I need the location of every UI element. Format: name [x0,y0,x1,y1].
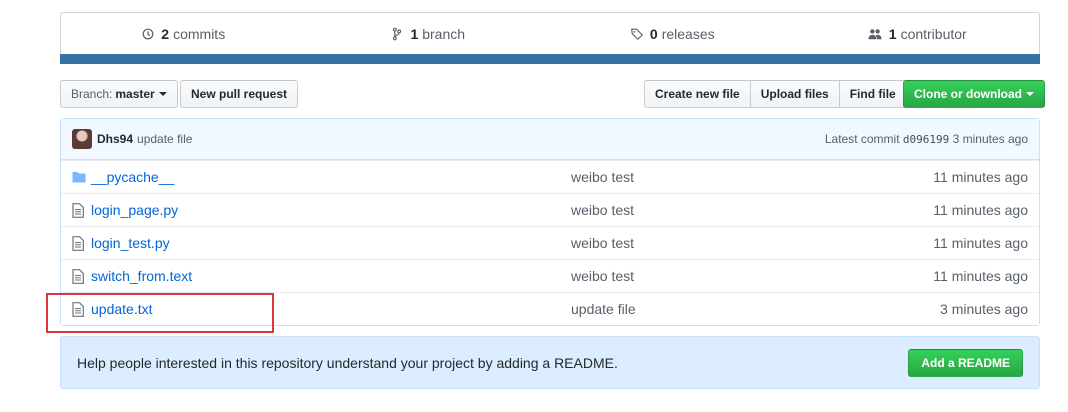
upload-files-button[interactable]: Upload files [749,80,840,108]
people-icon [868,29,882,40]
create-new-file-button[interactable]: Create new file [644,80,751,108]
tag-icon [631,28,643,41]
file-age: 11 minutes ago [933,268,1028,284]
releases-label: releases [661,26,715,42]
file-icon [72,202,88,218]
file-icon [72,301,88,317]
branch-prefix: Branch: [71,87,113,101]
chevron-down-icon [1026,92,1034,96]
branch-count: 1 [410,26,419,42]
file-list: Dhs94 update file Latest commit d096199 … [60,118,1040,326]
commits-label: commits [173,26,226,42]
file-icon [72,268,88,284]
folder-icon [72,170,88,184]
language-bar [60,54,1040,64]
commit-message[interactable]: update file [137,132,192,146]
releases-count: 0 [649,26,658,42]
avatar[interactable] [72,129,92,149]
file-age: 11 minutes ago [933,169,1028,185]
clone-label: Clone or download [914,87,1022,101]
file-row[interactable]: __pycache__ weibo test 11 minutes ago [61,160,1039,193]
commits-count: 2 [161,26,170,42]
file-name-link[interactable]: login_page.py [91,202,571,218]
latest-commit-label: Latest commit [824,132,900,146]
file-age: 3 minutes ago [940,301,1028,317]
commit-age: 3 minutes ago [952,132,1028,146]
history-icon [142,28,154,40]
new-pull-request-button[interactable]: New pull request [180,80,299,108]
file-row[interactable]: update.txt update file 3 minutes ago [61,292,1039,325]
latest-commit-bar: Dhs94 update file Latest commit d096199 … [61,119,1039,160]
file-name-link[interactable]: __pycache__ [91,169,571,185]
clone-download-button[interactable]: Clone or download [903,80,1045,108]
releases-link[interactable]: 0 releases [550,26,795,42]
readme-prompt: Help people interested in this repositor… [60,336,1040,389]
file-age: 11 minutes ago [933,202,1028,218]
commits-link[interactable]: 2 commits [61,26,306,42]
file-commit-message[interactable]: weibo test [571,268,911,284]
file-row[interactable]: switch_from.text weibo test 11 minutes a… [61,259,1039,292]
chevron-down-icon [158,92,167,96]
branch-select-button[interactable]: Branch: master [60,80,178,108]
contributors-link[interactable]: 1 contributor [795,26,1040,42]
file-row[interactable]: login_test.py weibo test 11 minutes ago [61,226,1039,259]
commit-meta: Latest commit d096199 3 minutes ago [825,132,1028,146]
file-commit-message[interactable]: weibo test [571,202,911,218]
branch-label: branch [422,26,466,42]
commit-author[interactable]: Dhs94 [97,132,133,146]
branch-name: master [115,87,155,101]
file-icon [72,235,88,251]
contributors-label: contributor [900,26,967,42]
file-name-link[interactable]: update.txt [91,301,571,317]
branches-link[interactable]: 1 branch [306,26,551,42]
commit-sha[interactable]: d096199 [903,133,949,146]
file-name-link[interactable]: login_test.py [91,235,571,251]
add-readme-button[interactable]: Add a README [908,348,1023,377]
file-age: 11 minutes ago [933,235,1028,251]
file-commit-message[interactable]: weibo test [571,169,911,185]
readme-prompt-text: Help people interested in this repositor… [77,354,618,371]
file-commit-message[interactable]: weibo test [571,235,911,251]
repo-summary: 2 commits 1 branch 0 releases 1 contribu… [60,12,1040,64]
file-name-link[interactable]: switch_from.text [91,268,571,284]
file-actions-group: Create new file Upload files Find file [644,80,907,108]
find-file-button[interactable]: Find file [838,80,907,108]
file-commit-message[interactable]: update file [571,301,911,317]
branch-icon [393,27,402,41]
contributors-count: 1 [888,26,897,42]
file-row[interactable]: login_page.py weibo test 11 minutes ago [61,193,1039,226]
